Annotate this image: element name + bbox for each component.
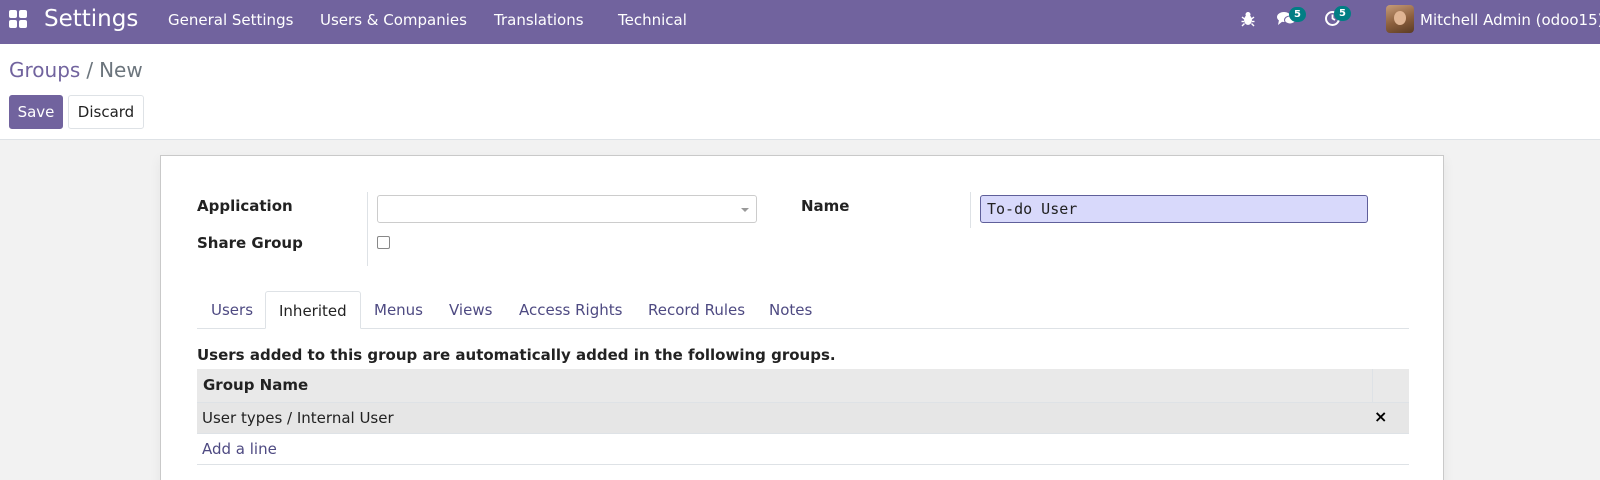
breadcrumb: Groups / New bbox=[9, 58, 143, 82]
name-input[interactable] bbox=[980, 195, 1368, 223]
notebook-tabs: Users Inherited Menus Views Access Right… bbox=[197, 291, 1409, 329]
breadcrumb-separator: / bbox=[86, 58, 94, 82]
menu-technical[interactable]: Technical bbox=[618, 11, 687, 29]
list-header: Group Name bbox=[197, 369, 1409, 403]
inherited-groups-list: Group Name User types / Internal User × … bbox=[197, 369, 1409, 465]
name-label: Name bbox=[801, 197, 850, 215]
add-line-row: Add a line bbox=[197, 434, 1409, 465]
menu-users-companies[interactable]: Users & Companies bbox=[320, 11, 467, 29]
tab-menus[interactable]: Menus bbox=[374, 291, 423, 329]
add-a-line-link[interactable]: Add a line bbox=[202, 440, 277, 458]
caret-down-icon bbox=[741, 208, 749, 212]
app-name[interactable]: Settings bbox=[44, 6, 138, 32]
table-row[interactable]: User types / Internal User × bbox=[197, 403, 1409, 434]
column-divider bbox=[1372, 369, 1373, 403]
tab-users[interactable]: Users bbox=[211, 291, 253, 329]
breadcrumb-current: New bbox=[99, 58, 143, 82]
messages-icon[interactable]: 5 bbox=[1277, 7, 1306, 31]
control-panel: Groups / New Save Discard bbox=[0, 44, 1600, 140]
messages-count-badge: 5 bbox=[1289, 7, 1306, 22]
apps-menu-icon[interactable] bbox=[9, 10, 27, 28]
tab-notes[interactable]: Notes bbox=[769, 291, 812, 329]
inherited-description: Users added to this group are automatica… bbox=[197, 346, 836, 364]
tab-inherited[interactable]: Inherited bbox=[265, 291, 361, 329]
application-label: Application bbox=[197, 197, 293, 215]
tab-record-rules[interactable]: Record Rules bbox=[648, 291, 745, 329]
activities-count-badge: 5 bbox=[1334, 6, 1351, 21]
field-divider bbox=[367, 192, 368, 266]
tab-access-rights[interactable]: Access Rights bbox=[519, 291, 622, 329]
application-select[interactable] bbox=[377, 195, 757, 223]
breadcrumb-groups-link[interactable]: Groups bbox=[9, 58, 80, 82]
share-group-label: Share Group bbox=[197, 234, 303, 252]
discard-button[interactable]: Discard bbox=[68, 95, 144, 129]
field-divider bbox=[970, 192, 971, 228]
share-group-checkbox[interactable] bbox=[377, 236, 390, 249]
user-avatar[interactable] bbox=[1386, 5, 1414, 33]
debug-bug-icon[interactable] bbox=[1241, 11, 1255, 31]
group-name-cell: User types / Internal User bbox=[202, 409, 394, 427]
delete-row-icon[interactable]: × bbox=[1374, 407, 1387, 426]
activities-clock-icon[interactable]: 5 bbox=[1324, 6, 1351, 31]
save-button[interactable]: Save bbox=[9, 95, 63, 129]
column-header-group-name[interactable]: Group Name bbox=[203, 376, 308, 394]
menu-translations[interactable]: Translations bbox=[494, 11, 584, 29]
menu-general-settings[interactable]: General Settings bbox=[168, 11, 293, 29]
form-sheet: Application Share Group Name Users Inher… bbox=[160, 155, 1444, 480]
tab-views[interactable]: Views bbox=[449, 291, 492, 329]
user-menu-name[interactable]: Mitchell Admin (odoo15) bbox=[1420, 11, 1600, 29]
top-navbar: Settings General Settings Users & Compan… bbox=[0, 0, 1600, 44]
